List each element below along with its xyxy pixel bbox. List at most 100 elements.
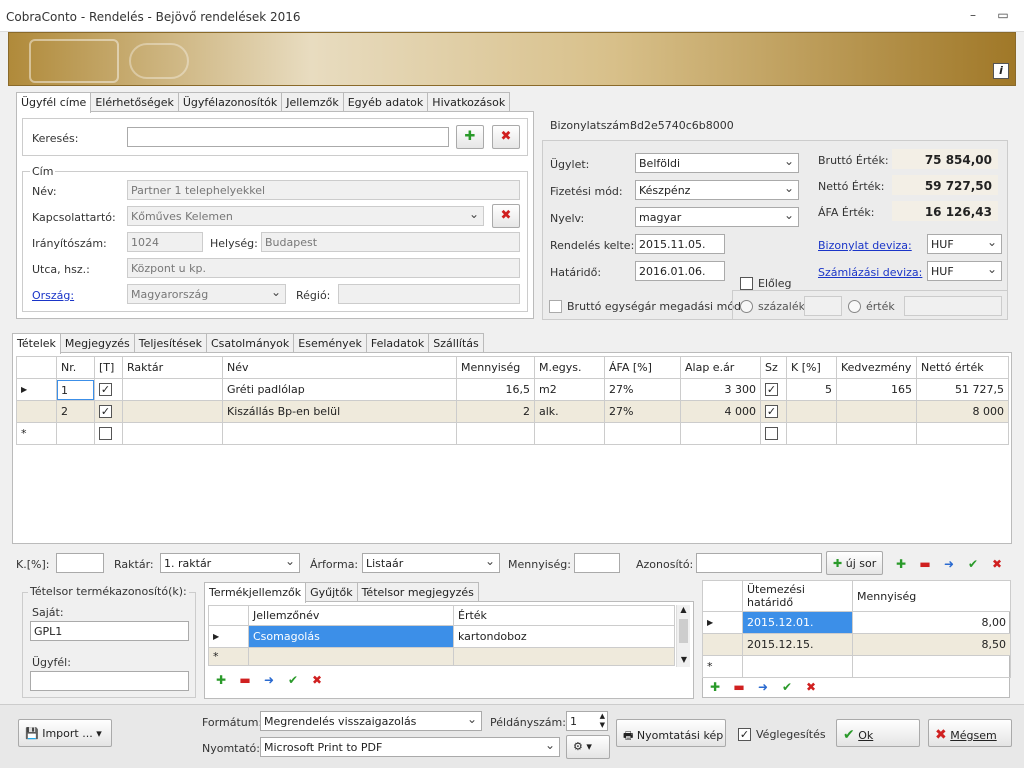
cell-k[interactable] (786, 422, 837, 445)
table-row[interactable]: 2 ✓ Kiszállás Bp-en belül 2 alk. 27% 4 0… (16, 400, 1009, 423)
col-t[interactable]: [T] (94, 356, 123, 379)
cell-k[interactable] (786, 400, 837, 423)
import-button[interactable]: 💾 Import ... ▾ (18, 719, 112, 747)
cell-ertek[interactable]: kartondoboz (453, 625, 675, 648)
order-date-field[interactable]: 2015.11.05. (635, 234, 725, 254)
deadline-field[interactable]: 2016.01.06. (635, 261, 725, 281)
col-k[interactable]: K [%] (786, 356, 837, 379)
discount-field[interactable] (56, 553, 104, 573)
tab-hivatkozasok[interactable]: Hivatkozások (427, 92, 511, 112)
printer-select[interactable]: Microsoft Print to PDF (260, 737, 560, 757)
search-input[interactable] (127, 127, 449, 147)
tab-termekjellemzok[interactable]: Termékjellemzők (204, 582, 307, 603)
value-radio[interactable] (848, 300, 861, 313)
delete-row-icon[interactable]: ▬ (916, 555, 934, 573)
cell-jellemzonev[interactable] (248, 647, 454, 666)
format-select[interactable]: Megrendelés visszaigazolás (260, 711, 482, 731)
zip-field[interactable]: 1024 (127, 232, 203, 252)
gross-price-checkbox[interactable] (549, 300, 562, 313)
country-link[interactable]: Ország: (32, 289, 74, 302)
tab-tetelsor-megjegyzes[interactable]: Tételsor megjegyzés (356, 582, 479, 602)
table-row[interactable]: 2015.12.15. 8,50 (702, 633, 1011, 656)
price-form-select[interactable]: Listaár (362, 553, 500, 573)
stepper-arrows-icon[interactable]: ▲ ▼ (600, 712, 605, 730)
cell-t-checkbox[interactable]: ✓ (99, 383, 112, 396)
info-icon[interactable]: i (993, 63, 1009, 79)
doc-currency-link[interactable]: Bizonylat deviza: (818, 239, 912, 252)
payment-select[interactable]: Készpénz (635, 180, 799, 200)
tab-megjegyzes[interactable]: Megjegyzés (59, 333, 135, 353)
cell-kedvezmeny[interactable] (836, 400, 917, 423)
col-jellemzonev[interactable]: Jellemzőnév (248, 605, 454, 626)
cell-date[interactable]: 2015.12.01. (742, 611, 853, 634)
cell-megys[interactable] (534, 422, 605, 445)
remove-contact-button[interactable]: ✖ (492, 204, 520, 228)
confirm-row-icon[interactable]: ✔ (964, 555, 982, 573)
tab-gyujtok[interactable]: Gyűjtők (305, 582, 358, 602)
cell-nev[interactable] (222, 422, 457, 445)
col-ertek[interactable]: Érték (453, 605, 675, 626)
cell-mennyiseg[interactable]: 2 (456, 400, 535, 423)
cell-t-checkbox[interactable]: ✓ (99, 405, 112, 418)
cell-sz-checkbox[interactable]: ✓ (765, 383, 778, 396)
cell-sz[interactable]: ✓ (760, 400, 787, 423)
confirm-property-icon[interactable]: ✔ (284, 671, 302, 689)
cell-mennyiseg[interactable]: 16,5 (456, 378, 535, 401)
cell-netto[interactable] (916, 422, 1009, 445)
col-megys[interactable]: M.egys. (534, 356, 605, 379)
cell-sz[interactable] (760, 422, 787, 445)
cell-jellemzonev[interactable]: Csomagolás (248, 625, 454, 648)
tab-esemenyek[interactable]: Események (293, 333, 367, 353)
cell-nr[interactable]: 1 (56, 378, 95, 401)
customer-id-field[interactable] (30, 671, 189, 691)
cell-qty[interactable]: 8,00 (852, 611, 1011, 634)
table-row[interactable]: * (16, 422, 1009, 445)
cell-raktar[interactable] (122, 400, 223, 423)
clear-row-icon[interactable]: ✖ (988, 555, 1006, 573)
col-utemezesi-hatarido[interactable]: Ütemezési határidő (742, 580, 853, 612)
cell-mennyiseg[interactable] (456, 422, 535, 445)
tab-ugyfelazonositok[interactable]: Ügyfélazonosítók (177, 92, 283, 112)
language-select[interactable]: magyar (635, 207, 799, 227)
scroll-up-icon[interactable]: ▲ (677, 605, 690, 617)
cell-kedvezmeny[interactable] (836, 422, 917, 445)
move-property-icon[interactable]: ➜ (260, 671, 278, 689)
cell-megys[interactable]: m2 (534, 378, 605, 401)
cell-netto[interactable]: 51 727,5 (916, 378, 1009, 401)
identifier-field[interactable] (696, 553, 822, 573)
delete-property-icon[interactable]: ▬ (236, 671, 254, 689)
table-row[interactable]: ▶ 1 ✓ Gréti padlólap 16,5 m2 27% 3 300 ✓… (16, 378, 1009, 401)
remove-partner-button[interactable]: ✖ (492, 125, 520, 149)
cell-megys[interactable]: alk. (534, 400, 605, 423)
col-raktar[interactable]: Raktár (122, 356, 223, 379)
restore-icon[interactable]: ▭ (996, 8, 1010, 22)
add-property-icon[interactable]: ✚ (212, 671, 230, 689)
cell-sz-checkbox[interactable] (765, 427, 778, 440)
print-preview-button[interactable]: 🖶 Nyomtatási kép (616, 719, 726, 747)
table-row[interactable]: * (702, 655, 1011, 678)
percent-field[interactable] (804, 296, 842, 316)
country-select[interactable]: Magyarország (127, 284, 286, 304)
cell-afa[interactable]: 27% (604, 378, 681, 401)
advance-checkbox[interactable] (740, 277, 753, 290)
cell-t[interactable] (94, 422, 123, 445)
deal-select[interactable]: Belföldi (635, 153, 799, 173)
add-schedule-icon[interactable]: ✚ (706, 678, 724, 696)
street-field[interactable]: Központ u kp. (127, 258, 520, 278)
confirm-schedule-icon[interactable]: ✔ (778, 678, 796, 696)
move-row-icon[interactable]: ➜ (940, 555, 958, 573)
cell-nev[interactable]: Gréti padlólap (222, 378, 457, 401)
cell-netto[interactable]: 8 000 (916, 400, 1009, 423)
tab-elerhetosegek[interactable]: Elérhetőségek (90, 92, 179, 112)
cell-nr[interactable] (56, 422, 95, 445)
col-nr[interactable]: Nr. (56, 356, 95, 379)
clear-property-icon[interactable]: ✖ (308, 671, 326, 689)
cell-ertek[interactable] (453, 647, 675, 666)
col-mennyiseg[interactable]: Mennyiség (456, 356, 535, 379)
cell-t[interactable]: ✓ (94, 378, 123, 401)
cell-t-checkbox[interactable] (99, 427, 112, 440)
cell-raktar[interactable] (122, 422, 223, 445)
col-netto[interactable]: Nettó érték (916, 356, 1009, 379)
contact-select[interactable]: Kőműves Kelemen (127, 206, 484, 226)
cell-alap[interactable] (680, 422, 761, 445)
